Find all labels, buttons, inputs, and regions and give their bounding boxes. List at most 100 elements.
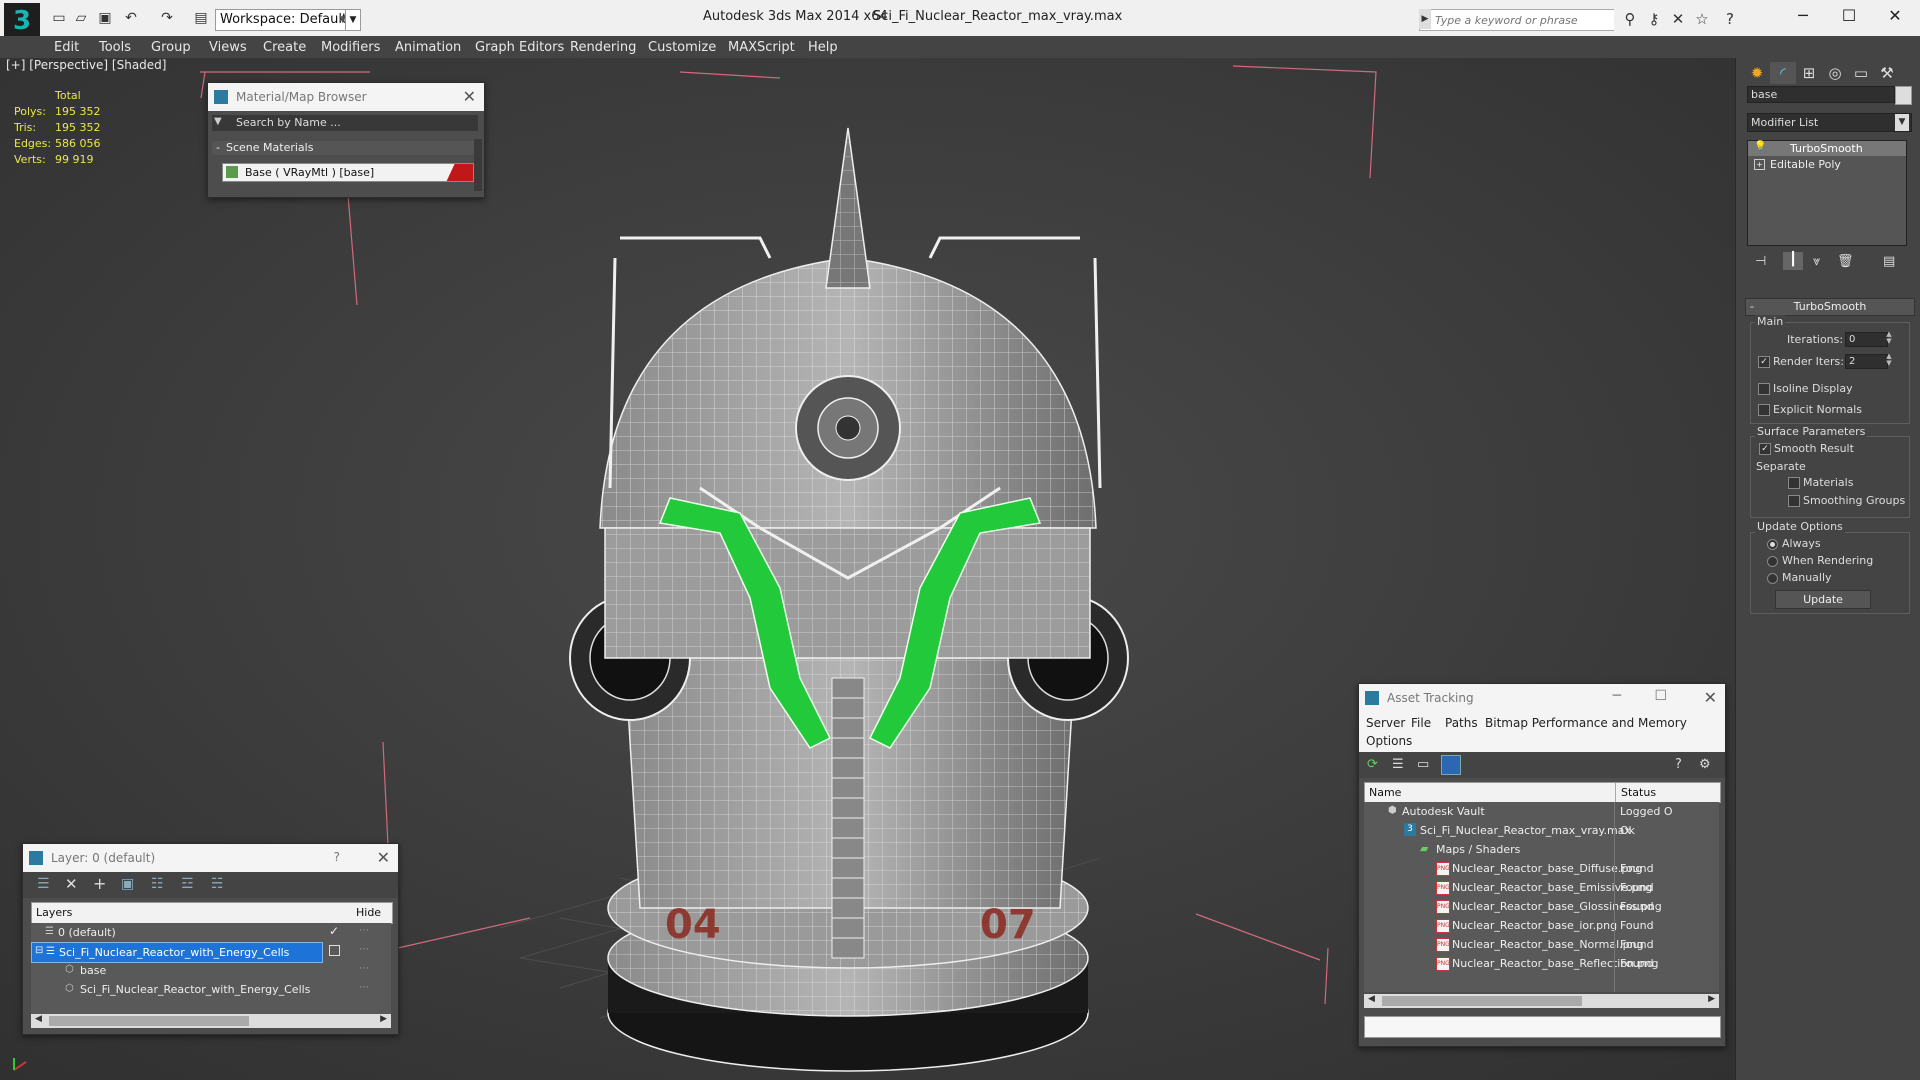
quick-access-more-icon[interactable]: ▼ [345, 9, 361, 31]
browser-scrollbar[interactable] [474, 139, 482, 191]
manually-radio[interactable] [1767, 573, 1778, 584]
hide-toggle[interactable]: ⋯ [359, 982, 369, 993]
thumbnail-view-icon[interactable]: ▭ [1417, 757, 1429, 772]
lightbulb-icon[interactable]: 💡 [1754, 141, 1766, 152]
pin-stack-icon[interactable]: ⊣ [1755, 254, 1766, 269]
workspace-dropdown[interactable]: Workspace: Default ▼ [215, 9, 351, 31]
binoculars-icon[interactable]: ⚲ [1620, 9, 1640, 29]
active-layer-check-icon[interactable]: ✓ [329, 924, 339, 938]
filter-icon[interactable]: ▼ [214, 116, 222, 127]
table-view-icon[interactable] [1441, 755, 1461, 775]
hide-toggle[interactable]: ⋯ [359, 925, 369, 936]
column-name[interactable]: Name [1369, 786, 1401, 799]
explicit-normals-checkbox[interactable] [1758, 404, 1770, 416]
help-icon[interactable]: ? [1675, 757, 1682, 772]
close-icon[interactable]: ✕ [377, 848, 390, 867]
layer-horizontal-scrollbar[interactable]: ◀ ▶ [31, 1014, 391, 1028]
freeze-all-icon[interactable]: ☵ [211, 876, 224, 892]
create-tab-icon[interactable]: ✹ [1744, 62, 1770, 84]
refresh-icon[interactable]: ⟳ [1367, 757, 1378, 772]
asset-row[interactable]: 3 Sci_Fi_Nuclear_Reactor_max_vray.max Ok [1364, 821, 1719, 840]
close-icon[interactable]: ✕ [1704, 688, 1717, 707]
select-objects-icon[interactable]: ▣ [121, 876, 134, 892]
hide-all-icon[interactable]: ☲ [181, 876, 194, 892]
asset-row[interactable]: PNG Nuclear_Reactor_base_Emissive.png Fo… [1364, 878, 1719, 897]
make-unique-icon[interactable]: ⩔ [1813, 254, 1820, 269]
hierarchy-tab-icon[interactable]: ⊞ [1796, 62, 1822, 84]
search-input[interactable] [1433, 10, 1614, 30]
close-window-button[interactable]: ✕ [1872, 2, 1918, 30]
material-browser-titlebar[interactable]: Material/Map Browser ✕ [208, 83, 484, 111]
modifier-list-dropdown[interactable]: Modifier List ▼ [1747, 113, 1912, 132]
asset-horizontal-scrollbar[interactable]: ◀ ▶ [1364, 994, 1719, 1008]
add-to-layer-icon[interactable]: + [93, 874, 106, 893]
menu-create[interactable]: Create [263, 40, 306, 55]
viewport-label[interactable]: [+] [Perspective] [Shaded] [6, 58, 166, 72]
menu-animation[interactable]: Animation [395, 40, 461, 55]
asset-row[interactable]: PNG Nuclear_Reactor_base_Reflection.png … [1364, 954, 1719, 973]
search-expand-icon[interactable]: ▶ [1419, 9, 1431, 29]
menu-maxscript[interactable]: MAXScript [728, 40, 795, 55]
menu-graph-editors[interactable]: Graph Editors [475, 40, 564, 55]
undo-icon[interactable]: ↶ [122, 9, 140, 27]
asset-row[interactable]: PNG Nuclear_Reactor_base_Diffuse.png Fou… [1364, 859, 1719, 878]
new-file-icon[interactable]: ▭ [50, 9, 68, 27]
project-folder-icon[interactable]: ▤ [192, 9, 210, 27]
remove-modifier-icon[interactable]: 🗑 [1837, 254, 1854, 269]
asset-row[interactable]: PNG Nuclear_Reactor_base_Glossiness.png … [1364, 897, 1719, 916]
scene-materials-header[interactable]: - Scene Materials [212, 141, 476, 155]
close-icon[interactable]: ✕ [463, 87, 476, 106]
redo-icon[interactable]: ↷ [158, 9, 176, 27]
scroll-left-icon[interactable]: ◀ [1368, 994, 1375, 1004]
key-icon[interactable]: ⚷ [1644, 9, 1664, 29]
exchange-icon[interactable]: ✕ [1668, 9, 1688, 29]
menu-modifiers[interactable]: Modifiers [321, 40, 380, 55]
menu-options[interactable]: Options [1366, 734, 1412, 748]
menu-group[interactable]: Group [151, 40, 191, 55]
motion-tab-icon[interactable]: ◎ [1822, 62, 1848, 84]
show-end-result-icon[interactable]: ┃ [1783, 252, 1803, 270]
help-button[interactable]: ? [334, 850, 340, 864]
scroll-right-icon[interactable]: ▶ [1708, 994, 1715, 1004]
expand-icon[interactable]: ⊟ [35, 945, 43, 956]
asset-row[interactable]: PNG Nuclear_Reactor_base_ior.png Found [1364, 916, 1719, 935]
favorites-star-icon[interactable]: ☆ [1692, 9, 1712, 29]
menu-rendering[interactable]: Rendering [570, 40, 636, 55]
update-button[interactable]: Update [1775, 590, 1871, 609]
layer-row[interactable]: ⬡ base ⋯ [31, 961, 391, 980]
layer-row-selected[interactable]: ⊟ ☰ Sci_Fi_Nuclear_Reactor_with_Energy_C… [31, 942, 323, 963]
scroll-left-icon[interactable]: ◀ [35, 1014, 42, 1024]
column-layers[interactable]: Layers [36, 906, 72, 919]
stack-item-turbosmooth[interactable]: 💡 TurboSmooth [1748, 141, 1906, 156]
spinner-arrows-icon[interactable]: ▲ ▼ [1884, 353, 1894, 368]
highlight-layer-icon[interactable]: ☷ [151, 876, 164, 892]
current-layer-box-icon[interactable] [329, 945, 340, 956]
asset-row[interactable]: PNG Nuclear_Reactor_base_Normal.png Foun… [1364, 935, 1719, 954]
hide-toggle[interactable]: ⋯ [359, 944, 369, 955]
modify-tab-icon[interactable]: ◜ [1770, 62, 1796, 84]
menu-file[interactable]: File [1411, 716, 1431, 730]
settings-icon[interactable]: ⚙ [1699, 757, 1711, 772]
object-color-swatch[interactable] [1895, 86, 1912, 105]
smooth-result-checkbox[interactable]: ✓ [1759, 443, 1771, 455]
render-iters-spinner[interactable]: 2 [1845, 354, 1888, 369]
delete-layer-icon[interactable]: ✕ [65, 875, 78, 893]
maximize-icon[interactable]: ☐ [1654, 688, 1667, 704]
menu-customize[interactable]: Customize [648, 40, 716, 55]
when-rendering-radio[interactable] [1767, 556, 1778, 567]
list-view-icon[interactable]: ☰ [1392, 757, 1404, 772]
scroll-thumb[interactable] [1382, 996, 1582, 1006]
asset-path-field[interactable] [1364, 1016, 1721, 1038]
iterations-spinner[interactable]: 0 [1845, 332, 1888, 347]
asset-row[interactable]: ⬢ Autodesk Vault Logged O [1364, 802, 1719, 821]
menu-server[interactable]: Server [1366, 716, 1405, 730]
smoothing-groups-checkbox[interactable] [1788, 495, 1800, 507]
expand-icon[interactable]: + [1754, 159, 1765, 170]
create-layer-icon[interactable]: ☰ [37, 876, 50, 892]
maximize-button[interactable]: ☐ [1826, 2, 1872, 30]
column-hide[interactable]: Hide [356, 906, 381, 919]
render-iters-checkbox[interactable]: ✓ [1758, 356, 1770, 368]
utilities-tab-icon[interactable]: ⚒ [1874, 62, 1900, 84]
minimize-button[interactable]: ─ [1780, 2, 1826, 30]
menu-paths[interactable]: Paths [1445, 716, 1478, 730]
